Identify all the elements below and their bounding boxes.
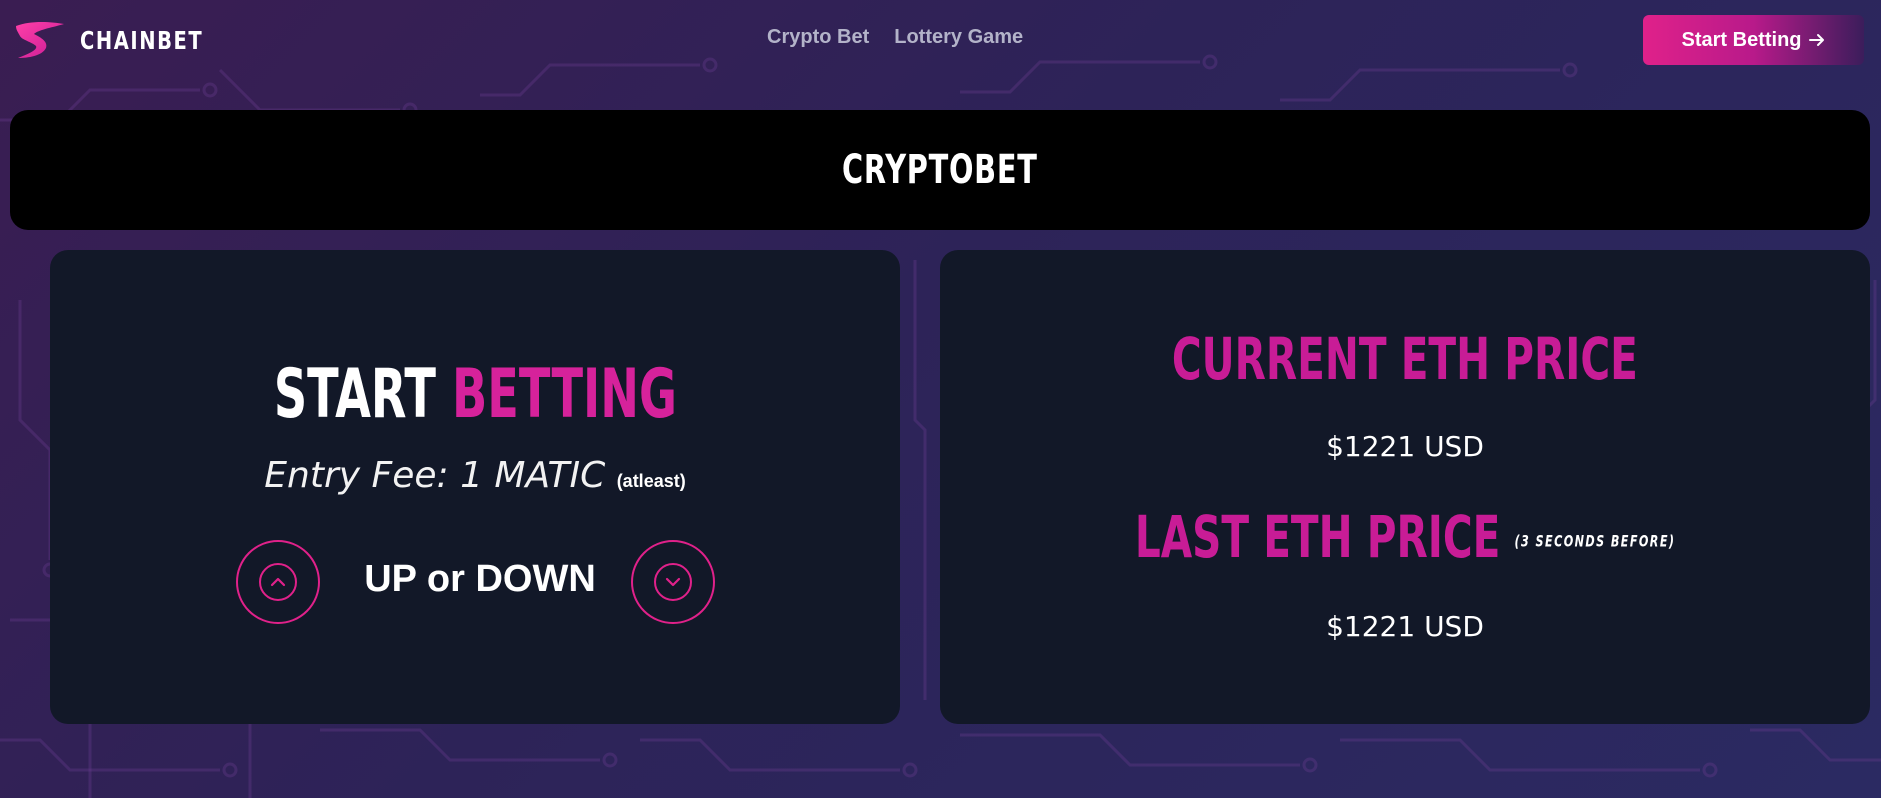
entry-fee-text: Entry Fee: 1 MATIC (atleast) — [50, 455, 900, 496]
current-eth-price-value: $1221 USD — [1326, 430, 1484, 463]
entry-fee-note: (atleast) — [616, 471, 686, 491]
start-betting-heading: START BETTING — [50, 355, 900, 434]
navbar: CHAINBET Crypto Bet Lottery Game Start B… — [0, 0, 1881, 80]
nav-link-lottery-game[interactable]: Lottery Game — [894, 26, 1023, 49]
nav-link-crypto-bet[interactable]: Crypto Bet — [767, 26, 869, 49]
chainbet-logo-icon — [16, 22, 64, 58]
page-title: CRYPTOBET — [842, 147, 1038, 193]
eth-price-panel: CURRENT ETH PRICE $1221 USD LAST ETH PRI… — [940, 250, 1870, 724]
bet-down-button[interactable] — [631, 540, 715, 624]
last-eth-price-heading: LAST ETH PRICE (3 SECONDS BEFORE) — [940, 503, 1870, 571]
bet-choice-row: UP or DOWN — [50, 540, 900, 624]
brand-name: CHAINBET — [80, 25, 204, 55]
chevron-up-icon — [270, 577, 286, 587]
heading-word-start: START — [273, 355, 436, 434]
chevron-down-icon — [665, 577, 681, 587]
bet-up-button[interactable] — [236, 540, 320, 624]
last-eth-price-value: $1221 USD — [1326, 610, 1484, 643]
main-nav: Crypto Bet Lottery Game — [767, 26, 1023, 49]
entry-fee-value: Entry Fee: 1 MATIC — [264, 455, 606, 496]
heading-word-betting: BETTING — [451, 355, 677, 434]
brand[interactable]: CHAINBET — [12, 18, 238, 62]
last-eth-price-note: (3 SECONDS BEFORE) — [1514, 531, 1676, 551]
start-betting-button[interactable]: Start Betting — [1643, 15, 1864, 65]
arrow-right-icon — [1808, 34, 1824, 46]
last-eth-price-title: LAST ETH PRICE — [1134, 503, 1501, 571]
current-eth-price-heading: CURRENT ETH PRICE — [1171, 325, 1639, 393]
start-betting-button-label: Start Betting — [1681, 28, 1802, 51]
betting-panel: START BETTING Entry Fee: 1 MATIC (atleas… — [50, 250, 900, 724]
up-or-down-label: UP or DOWN — [364, 558, 596, 600]
page-title-bar: CRYPTOBET — [10, 110, 1870, 230]
